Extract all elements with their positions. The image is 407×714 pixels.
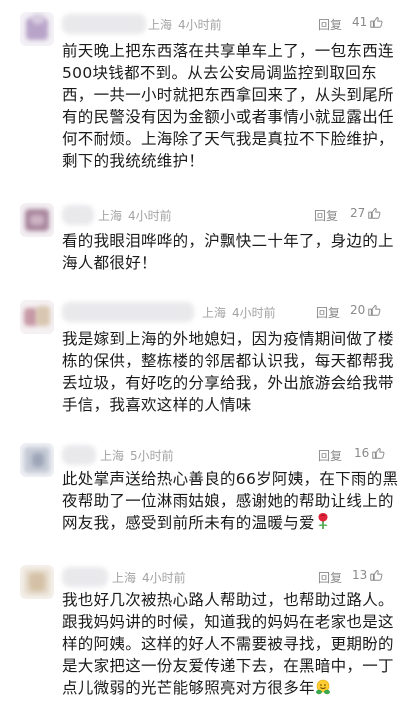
like-count: 13 [352, 568, 368, 582]
comment-text: 前天晚上把东西落在共享单车上了，一包东西连 500块钱都不到。从去公安局调监控到… [62, 40, 394, 172]
reply-button[interactable]: 回复 [314, 207, 338, 224]
comment-meta: 上海 4小时前 [112, 569, 186, 586]
username-blurred[interactable] [62, 445, 96, 465]
comment-location: 上海 [148, 18, 173, 32]
comment-line: 样的阿姨。这样的好人不需要被寻找，更期盼的 [62, 635, 394, 653]
comment-line: 前天晚上把东西落在共享单车上了，一包东西连 [62, 42, 394, 60]
avatar[interactable] [20, 203, 54, 237]
like-button[interactable]: 20 [350, 303, 381, 317]
thumbs-up-icon [368, 304, 381, 316]
rose-emoji [315, 512, 331, 536]
comment-line: 何不耐烦。上海除了天气我是真拉不下脸维护， [62, 130, 394, 148]
username-blurred[interactable] [62, 302, 194, 322]
like-count: 41 [352, 15, 368, 29]
comment-line: 我也好几次被热心路人帮助过，也帮助过路人。 [62, 591, 394, 609]
comment-location: 上海 [100, 449, 125, 463]
comment-time: 4小时前 [232, 306, 276, 320]
avatar[interactable] [20, 565, 54, 599]
avatar[interactable] [20, 443, 54, 477]
avatar[interactable] [20, 300, 54, 334]
comment-line: 海人都很好！ [62, 254, 157, 272]
comment-line: 西，一共一小时就把东西拿回来了，从头到尾所 [62, 86, 394, 104]
comment-text: 看的我眼泪哗哗的，沪飘快二十年了，身边的上 海人都很好！ [62, 230, 394, 274]
comment-time: 5小时前 [130, 449, 174, 463]
avatar[interactable] [20, 12, 54, 46]
comment-line: 看的我眼泪哗哗的，沪飘快二十年了，身边的上 [62, 232, 394, 250]
comment-meta: 上海 4小时前 [98, 207, 172, 224]
username-blurred[interactable] [62, 205, 94, 225]
comment-meta: 上海 5小时前 [100, 447, 174, 464]
comment-line: 栋的保供，整栋楼的邻居都认识我，每天都帮我 [62, 352, 394, 370]
comment-line: 夜帮助了一位淋雨姑娘，感谢她的帮助让线上的 [62, 492, 394, 510]
reply-button[interactable]: 回复 [318, 569, 342, 586]
thumbs-up-icon [370, 16, 383, 28]
comment-line: 网友我，感受到前所未有的温暖与爱 [62, 514, 315, 532]
comment-location: 上海 [112, 571, 137, 585]
reply-button[interactable]: 回复 [318, 447, 342, 464]
like-count: 20 [350, 303, 366, 317]
comment-location: 上海 [202, 306, 227, 320]
comment-meta: 上海 4小时前 [148, 16, 222, 33]
comment-meta: 上海 4小时前 [202, 304, 276, 321]
comment-line-with-emoji: 点儿微弱的光芒能够照亮对方很多年 [62, 677, 394, 701]
comment-line: 点儿微弱的光芒能够照亮对方很多年 [62, 679, 315, 697]
like-count: 27 [350, 206, 366, 220]
username-blurred[interactable] [62, 14, 146, 34]
comment-line: 是大家把这一份友爱传递下去，在黑暗中，一丁 [62, 657, 394, 675]
comment-time: 4小时前 [142, 571, 186, 585]
comment-location: 上海 [98, 209, 123, 223]
like-count: 16 [354, 446, 370, 460]
thumbs-up-icon [370, 569, 383, 581]
like-button[interactable]: 27 [350, 206, 381, 220]
reply-button[interactable]: 回复 [318, 16, 342, 33]
hugging-emoji [315, 679, 331, 701]
comment-line: 丢垃圾，有好吃的分享给我，外出旅游会给我带 [62, 374, 394, 392]
reply-button[interactable]: 回复 [316, 304, 340, 321]
comment-feed: 上海 4小时前 回复 41 前天晚上把东西落在共享单车上了，一包东西连 500块钱… [0, 0, 407, 714]
comment-line: 有的民警没有因为金额小或者事情小就显露出任 [62, 108, 394, 126]
thumbs-up-icon [368, 207, 381, 219]
comment-line: 剩下的我统统维护！ [62, 152, 205, 170]
comment-text: 此处掌声送给热心善良的66岁阿姨，在下雨的黑 夜帮助了一位淋雨姑娘，感谢她的帮助… [62, 468, 399, 536]
comment-line: 此处掌声送给热心善良的66岁阿姨，在下雨的黑 [62, 470, 399, 488]
like-button[interactable]: 13 [352, 568, 383, 582]
username-blurred[interactable] [62, 567, 108, 587]
comment-line: 500块钱都不到。从去公安局调监控到取回东 [62, 64, 377, 82]
like-button[interactable]: 41 [352, 15, 383, 29]
comment-line-with-emoji: 网友我，感受到前所未有的温暖与爱 [62, 512, 394, 536]
comment-text: 我是嫁到上海的外地媳妇，因为疫情期间做了楼 栋的保供，整栋楼的邻居都认识我，每天… [62, 328, 394, 416]
like-button[interactable]: 16 [354, 446, 385, 460]
comment-line: 手信，我喜欢这样的人情味 [62, 396, 252, 414]
comment-time: 4小时前 [128, 209, 172, 223]
comment-line: 我是嫁到上海的外地媳妇，因为疫情期间做了楼 [62, 330, 394, 348]
comment-line: 跟我妈妈讲的时候，知道我的妈妈在老家也是这 [62, 613, 394, 631]
comment-time: 4小时前 [178, 18, 222, 32]
comment-text: 我也好几次被热心路人帮助过，也帮助过路人。 跟我妈妈讲的时候，知道我的妈妈在老家… [62, 589, 394, 701]
thumbs-up-icon [372, 447, 385, 459]
